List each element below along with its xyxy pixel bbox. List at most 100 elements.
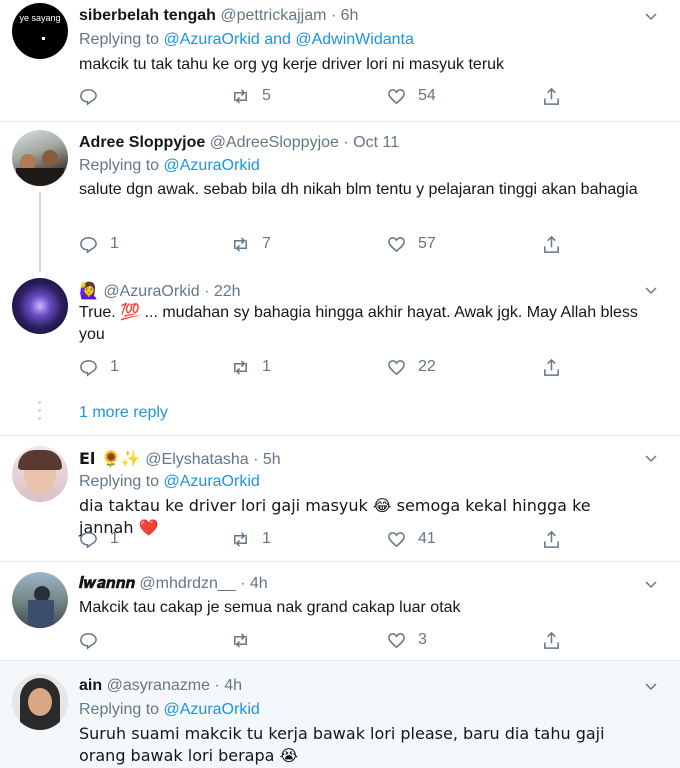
separator-dot: ·	[209, 677, 225, 694]
avatar[interactable]	[12, 130, 68, 186]
share-button[interactable]	[542, 86, 561, 106]
heart-icon	[388, 531, 405, 547]
handle[interactable]: @mhdrdzn__	[139, 575, 235, 592]
heart-icon	[388, 632, 405, 648]
tweet-6[interactable]: ain @asyranazme · 4h Replying to @AzuraO…	[0, 661, 680, 768]
mention-link[interactable]: @AzuraOrkid and @AdwinWidanta	[164, 31, 414, 48]
separator-dot: ·	[326, 7, 341, 24]
reply-button[interactable]: 1	[79, 357, 119, 377]
share-button[interactable]	[542, 234, 561, 254]
retweet-icon	[234, 359, 247, 375]
like-count: 57	[418, 235, 436, 252]
tweet-text: salute dgn awak. sebab bila dh nikah blm…	[79, 181, 638, 198]
reply-icon	[80, 236, 97, 254]
like-button[interactable]: 41	[387, 529, 436, 549]
handle[interactable]: @AzuraOrkid	[103, 283, 199, 300]
avatar[interactable]	[12, 446, 68, 502]
retweet-count: 1	[262, 530, 271, 547]
timestamp[interactable]: Oct 11	[353, 134, 399, 151]
tweet-actions: 1 1 22	[79, 357, 579, 377]
display-name[interactable]: ain	[79, 677, 102, 694]
retweet-count: 1	[262, 358, 271, 375]
avatar[interactable]	[12, 278, 68, 334]
timestamp[interactable]: 6h	[341, 7, 359, 24]
avatar-text: ye sayang	[19, 13, 61, 23]
replying-to: Replying to @AzuraOrkid	[79, 701, 260, 718]
share-button[interactable]	[542, 630, 561, 650]
share-icon	[544, 358, 559, 376]
retweet-button[interactable]: 1	[231, 529, 271, 549]
reply-button[interactable]: 1	[79, 234, 119, 254]
reply-icon	[80, 88, 97, 106]
separator-dot: ·	[235, 575, 250, 592]
retweet-button[interactable]: 1	[231, 357, 271, 377]
tweet-3[interactable]: 🙋‍♀️ @AzuraOrkid · 22h True. 💯 ... mudah…	[0, 268, 680, 388]
chevron-down-icon[interactable]	[644, 10, 658, 24]
chevron-down-icon[interactable]	[644, 680, 658, 694]
retweet-button[interactable]: 5	[231, 86, 271, 106]
reply-count: 1	[110, 358, 119, 375]
tweet-2[interactable]: Adree Sloppyjoe @AdreeSloppyjoe · Oct 11…	[0, 122, 680, 272]
tweet-actions: 5 54	[79, 86, 579, 106]
share-icon	[544, 87, 559, 105]
chevron-down-icon[interactable]	[644, 452, 658, 466]
retweet-icon	[234, 632, 247, 648]
reply-icon	[80, 632, 97, 650]
retweet-button[interactable]	[231, 630, 262, 650]
separator-dot: ·	[199, 283, 214, 300]
chevron-down-icon[interactable]	[644, 284, 658, 298]
like-count: 41	[418, 530, 436, 547]
avatar[interactable]	[12, 572, 68, 628]
reply-button[interactable]	[79, 86, 110, 106]
timestamp[interactable]: 22h	[214, 283, 241, 300]
mention-link[interactable]: @AzuraOrkid	[164, 157, 260, 174]
reply-button[interactable]	[79, 630, 110, 650]
tweet-header: El 🌻✨ @Elyshatasha · 5h	[79, 449, 281, 469]
retweet-count: 5	[262, 87, 271, 104]
tweet-4[interactable]: El 🌻✨ @Elyshatasha · 5h Replying to @Azu…	[0, 436, 680, 561]
avatar[interactable]	[12, 674, 68, 730]
mention-link[interactable]: @AzuraOrkid	[164, 701, 260, 718]
tweet-header: Adree Sloppyjoe @AdreeSloppyjoe · Oct 11	[79, 134, 399, 152]
reply-button[interactable]: 1	[79, 529, 119, 549]
share-button[interactable]	[542, 529, 561, 549]
display-name[interactable]: 🙋‍♀️	[79, 281, 99, 300]
display-name[interactable]: 𝑰𝒘𝒂𝒏𝒏𝒏	[79, 575, 135, 592]
tweet-5[interactable]: 𝑰𝒘𝒂𝒏𝒏𝒏 @mhdrdzn__ · 4h Makcik tau cakap …	[0, 562, 680, 660]
handle[interactable]: @asyranazme	[107, 677, 210, 694]
share-button[interactable]	[542, 357, 561, 377]
like-button[interactable]: 54	[387, 86, 436, 106]
tweet-actions: 1 1 41	[79, 529, 579, 549]
like-count: 22	[418, 358, 436, 375]
replying-to: Replying to @AzuraOrkid	[79, 157, 260, 174]
like-button[interactable]: 3	[387, 630, 427, 650]
like-count: 54	[418, 87, 436, 104]
display-name[interactable]: siberbelah tengah	[79, 7, 216, 24]
tweet-1[interactable]: ye sayang siberbelah tengah @pettrickajj…	[0, 0, 680, 121]
display-name[interactable]: El 🌻✨	[79, 449, 141, 468]
timestamp[interactable]: 5h	[263, 451, 281, 468]
handle[interactable]: @pettrickajjam	[220, 7, 326, 24]
like-button[interactable]: 22	[387, 357, 436, 377]
handle[interactable]: @AdreeSloppyjoe	[210, 134, 339, 151]
display-name[interactable]: Adree Sloppyjoe	[79, 134, 205, 151]
thread-dots	[38, 401, 41, 425]
tweet-text: makcik tu tak tahu ke org yg kerje drive…	[79, 56, 505, 73]
handle[interactable]: @Elyshatasha	[145, 451, 248, 468]
mention-link[interactable]: @AzuraOrkid	[164, 473, 260, 490]
heart-icon	[388, 88, 405, 104]
like-button[interactable]: 57	[387, 234, 436, 254]
reply-icon	[80, 359, 97, 377]
share-icon	[544, 631, 559, 649]
tweet-header: 🙋‍♀️ @AzuraOrkid · 22h	[79, 281, 241, 301]
show-more-replies-link[interactable]: 1 more reply	[79, 404, 168, 422]
retweet-icon	[234, 236, 247, 252]
timestamp[interactable]: 4h	[250, 575, 268, 592]
share-icon	[544, 235, 559, 253]
chevron-down-icon[interactable]	[644, 578, 658, 592]
timestamp[interactable]: 4h	[224, 677, 242, 694]
retweet-button[interactable]: 7	[231, 234, 271, 254]
heart-icon	[388, 359, 405, 375]
tweet-header: 𝑰𝒘𝒂𝒏𝒏𝒏 @mhdrdzn__ · 4h	[79, 575, 268, 593]
avatar[interactable]: ye sayang	[12, 3, 68, 59]
